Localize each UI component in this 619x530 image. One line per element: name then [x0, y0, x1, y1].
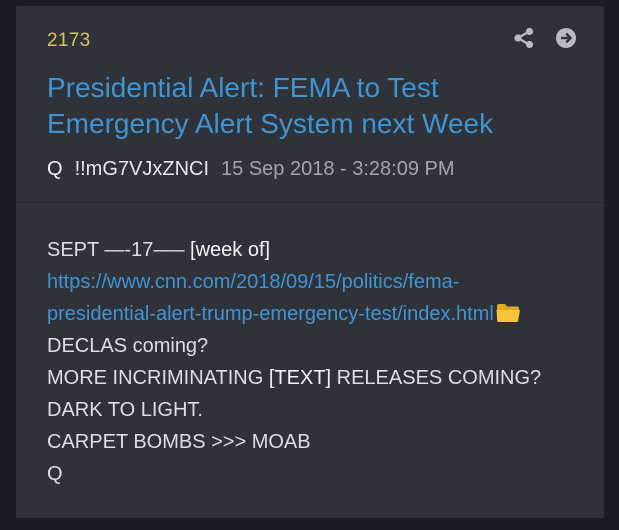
share-icon[interactable] — [512, 26, 536, 50]
article-link[interactable]: https://www.cnn.com/2018/09/15/politics/… — [47, 271, 459, 293]
post-number: 2173 — [47, 30, 91, 51]
post-actions — [512, 26, 578, 50]
body-line: CARPET BOMBS >>> MOAB — [47, 431, 311, 453]
body-line: DARK TO LIGHT. — [47, 399, 203, 421]
arrow-right-circle-icon[interactable] — [554, 26, 578, 50]
body-bracket-text: [TEXT] — [268, 367, 332, 389]
body-text: MORE INCRIMINATING — [47, 367, 269, 389]
body-bracket-text: [week of] — [190, 239, 271, 261]
body-link-line: https://www.cnn.com/2018/09/15/politics/… — [47, 266, 592, 298]
body-line: SEPT —-17—– [week of] — [47, 234, 592, 266]
body-text: SEPT —-17—– — [47, 239, 191, 261]
post-title-line: Presidential Alert: FEMA to Test — [47, 72, 439, 103]
post-title-link[interactable]: Presidential Alert: FEMA to Test Emergen… — [47, 70, 577, 142]
post-timestamp: 15 Sep 2018 - 3:28:09 PM — [221, 158, 455, 180]
post-body: SEPT —-17—– [week of] https://www.cnn.co… — [47, 234, 592, 490]
body-line: MORE INCRIMINATING [TEXT] RELEASES COMIN… — [47, 362, 592, 394]
post-card: 2173 Presidential Alert: FEMA to Test Em… — [16, 6, 604, 518]
post-tripcode: !!mG7VJxZNCI — [74, 158, 210, 180]
body-link-line: presidential-alert-trump-emergency-test/… — [47, 298, 592, 330]
article-link[interactable]: presidential-alert-trump-emergency-test/… — [47, 303, 494, 325]
post-meta: Q !!mG7VJxZNCI 15 Sep 2018 - 3:28:09 PM — [47, 158, 455, 181]
post-author: Q — [47, 158, 63, 180]
post-title-line: Emergency Alert System next Week — [47, 108, 494, 139]
post-divider — [16, 202, 604, 203]
body-signature: Q — [47, 463, 63, 485]
folder-icon[interactable] — [496, 301, 521, 333]
body-text: RELEASES COMING? — [331, 367, 542, 389]
body-line: DECLAS coming? — [47, 335, 209, 357]
